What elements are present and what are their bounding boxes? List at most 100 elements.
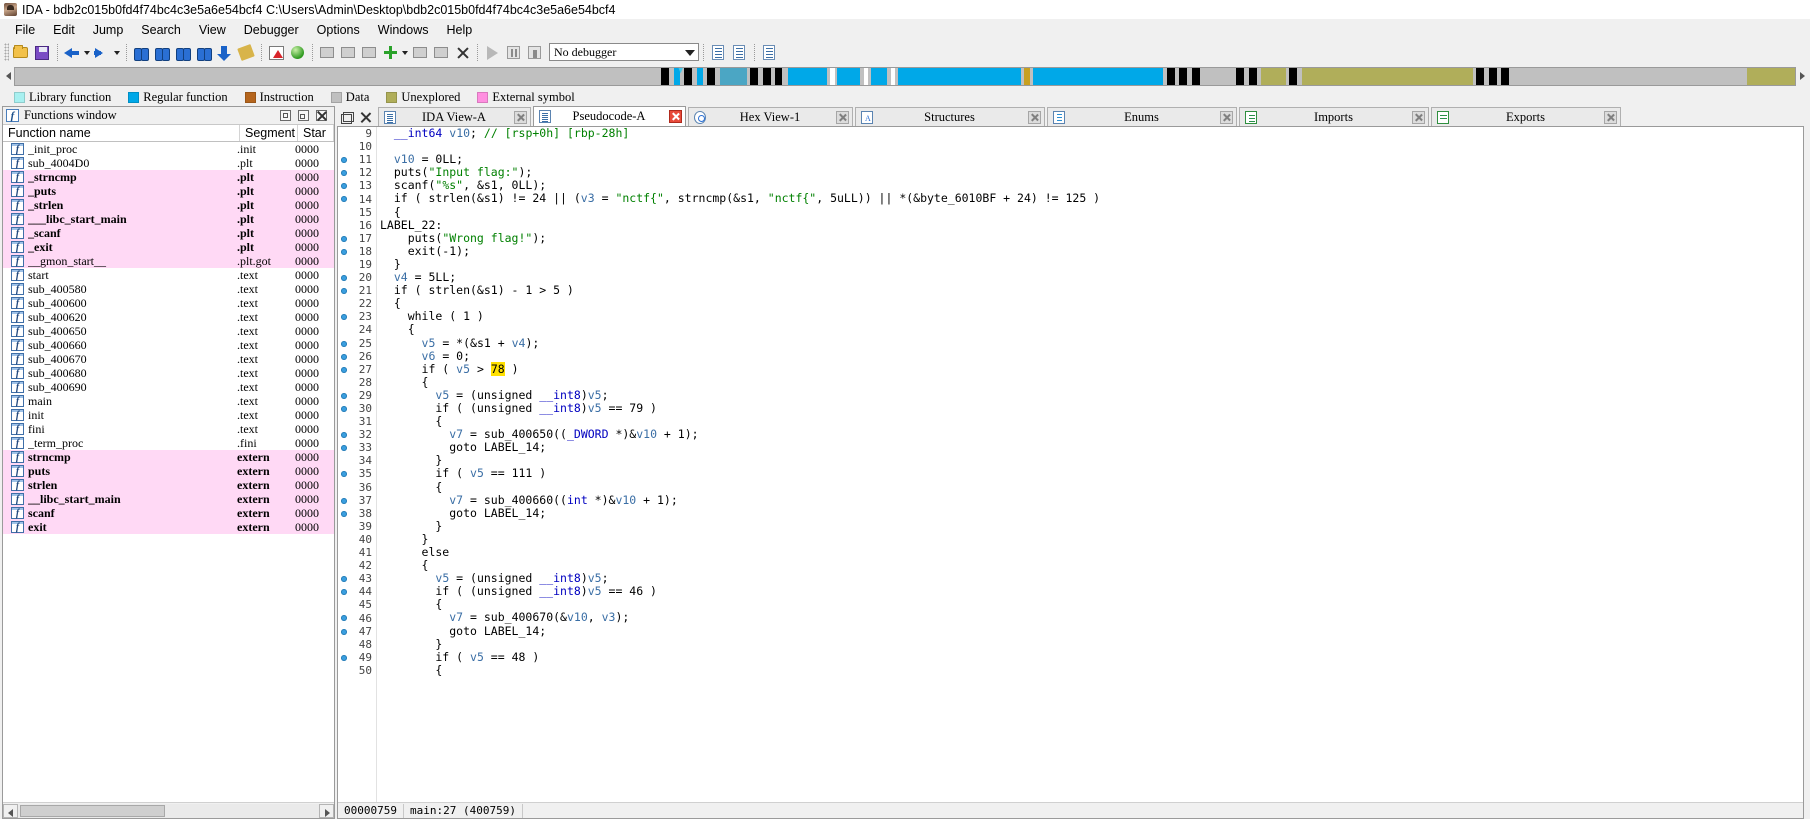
code-line[interactable]: }	[380, 637, 1803, 651]
search-next-icon[interactable]	[195, 43, 214, 62]
table-row[interactable]: f _scanf .plt 0000	[3, 226, 334, 240]
close-icon[interactable]	[316, 110, 327, 121]
breakpoint-dot-icon[interactable]	[341, 353, 347, 360]
functions-horizontal-scrollbar[interactable]	[3, 802, 334, 818]
stop-icon[interactable]	[525, 43, 544, 62]
line-number[interactable]: 10	[338, 140, 376, 153]
line-number[interactable]: 31	[338, 415, 376, 428]
breakpoint-dot-icon[interactable]	[341, 183, 347, 190]
code-line[interactable]: if ( v5 == 48 )	[380, 650, 1803, 664]
back-arrow-icon[interactable]	[63, 43, 82, 62]
line-number[interactable]: 13	[338, 179, 376, 192]
table-row[interactable]: f strncmp extern 0000	[3, 450, 334, 464]
breakpoint-dot-icon[interactable]	[341, 248, 347, 255]
close-view-icon[interactable]	[360, 112, 371, 123]
tab-hex-view-1[interactable]: Hex View-1	[688, 107, 853, 126]
table-row[interactable]: f sub_400580 .text 0000	[3, 282, 334, 296]
step-over-icon[interactable]	[730, 43, 749, 62]
code-line[interactable]: v7 = sub_400650((_DWORD *)&v10 + 1);	[380, 428, 1803, 441]
code-line[interactable]: puts("Wrong flag!");	[380, 231, 1803, 245]
jump-down-icon[interactable]	[216, 43, 235, 62]
line-number[interactable]: 20	[338, 271, 376, 284]
line-number[interactable]: 32	[338, 428, 376, 441]
line-number[interactable]: 42	[338, 559, 376, 572]
column-header-segment[interactable]: Segment	[240, 125, 298, 141]
nav-scroll-right-icon[interactable]	[1796, 67, 1808, 86]
table-row[interactable]: f sub_400650 .text 0000	[3, 324, 334, 338]
tab-close-icon[interactable]	[836, 110, 849, 124]
code-line[interactable]: if ( v5 > 78 )	[380, 361, 1803, 376]
line-number[interactable]: 21	[338, 284, 376, 297]
search-text-icon[interactable]	[153, 43, 172, 62]
breakpoint-dot-icon[interactable]	[341, 615, 347, 622]
breakpoint-dot-icon[interactable]	[341, 157, 347, 164]
tab-close-icon[interactable]	[669, 110, 682, 123]
breakpoint-dot-icon[interactable]	[341, 405, 347, 412]
code-line[interactable]: }	[380, 257, 1803, 271]
line-number[interactable]: 30	[338, 402, 376, 415]
code-line[interactable]: {	[380, 323, 1803, 336]
line-number[interactable]: 33	[338, 441, 376, 454]
breakpoints-icon[interactable]	[760, 43, 779, 62]
code-line[interactable]: if ( (unsigned __int8)v5 == 79 )	[380, 401, 1803, 415]
line-number[interactable]: 39	[338, 520, 376, 533]
functions-table-body[interactable]: f _init_proc .init 0000 f sub_4004D0 .plt 0000 f…	[3, 142, 334, 802]
line-number[interactable]: 46	[338, 611, 376, 625]
table-row[interactable]: f sub_400690 .text 0000	[3, 380, 334, 394]
line-number[interactable]: 26	[338, 350, 376, 363]
menu-item-windows[interactable]: Windows	[369, 21, 438, 39]
pseudocode-body[interactable]: 9 10 11 12 13 14 15 16 17 18 19 20 21 22 23 24 25 26 27 28 2…	[338, 127, 1803, 802]
delete-icon[interactable]	[453, 43, 472, 62]
table-row[interactable]: f start .text 0000	[3, 268, 334, 282]
table-row[interactable]: f sub_400600 .text 0000	[3, 296, 334, 310]
line-number[interactable]: 29	[338, 389, 376, 402]
tab-close-icon[interactable]	[514, 110, 527, 124]
code-line[interactable]: v4 = 5LL;	[380, 270, 1803, 284]
menu-item-help[interactable]: Help	[437, 21, 481, 39]
line-number[interactable]: 9	[338, 127, 376, 140]
tab-close-icon[interactable]	[1604, 110, 1617, 124]
breakpoint-dot-icon[interactable]	[341, 654, 347, 661]
make-data-icon[interactable]	[339, 43, 358, 62]
code-line[interactable]: goto LABEL_14;	[380, 624, 1803, 638]
code-line[interactable]: LABEL_22:	[380, 218, 1803, 232]
add-function-icon[interactable]	[381, 43, 400, 62]
code-line[interactable]: v5 = *(&s1 + v4);	[380, 336, 1803, 350]
table-row[interactable]: f _puts .plt 0000	[3, 184, 334, 198]
code-line[interactable]	[380, 140, 1803, 153]
table-row[interactable]: f _strncmp .plt 0000	[3, 170, 334, 184]
breakpoint-dot-icon[interactable]	[341, 471, 347, 478]
tab-structures[interactable]: Structures	[855, 107, 1045, 126]
line-number-gutter[interactable]: 9 10 11 12 13 14 15 16 17 18 19 20 21 22 23 24 25 26 27 28 2…	[338, 127, 377, 802]
code-line[interactable]: if ( (unsigned __int8)v5 == 46 )	[380, 585, 1803, 598]
line-number[interactable]: 16	[338, 219, 376, 232]
table-row[interactable]: f _term_proc .fini 0000	[3, 436, 334, 450]
line-number[interactable]: 19	[338, 258, 376, 271]
maximize-icon[interactable]	[280, 110, 291, 121]
breakpoint-dot-icon[interactable]	[341, 366, 347, 373]
code-line[interactable]: puts("Input flag:");	[380, 166, 1803, 179]
table-row[interactable]: f main .text 0000	[3, 394, 334, 408]
line-number[interactable]: 50	[338, 664, 376, 677]
edit-function-icon[interactable]	[237, 43, 256, 62]
line-number[interactable]: 43	[338, 572, 376, 585]
code-line[interactable]: __int64 v10; // [rsp+0h] [rbp-28h]	[380, 127, 1803, 140]
delete-function-icon[interactable]	[411, 43, 430, 62]
table-row[interactable]: f sub_400620 .text 0000	[3, 310, 334, 324]
tab-ida-view-a[interactable]: IDA View-A	[378, 107, 531, 126]
tab-exports[interactable]: Exports	[1431, 107, 1621, 126]
code-line[interactable]: exit(-1);	[380, 244, 1803, 258]
breakpoint-dot-icon[interactable]	[341, 196, 347, 203]
line-number[interactable]: 15	[338, 206, 376, 219]
debugger-select[interactable]: No debugger	[549, 43, 699, 61]
line-number[interactable]: 27	[338, 363, 376, 376]
step-icon[interactable]	[709, 43, 728, 62]
forward-dropdown-icon[interactable]	[113, 43, 122, 61]
menu-item-edit[interactable]: Edit	[44, 21, 84, 39]
tab-pseudocode-a[interactable]: Pseudocode-A	[533, 106, 686, 126]
code-line[interactable]: else	[380, 545, 1803, 559]
code-line[interactable]: while ( 1 )	[380, 310, 1803, 323]
line-number[interactable]: 47	[338, 625, 376, 638]
scrollbar-thumb[interactable]	[20, 804, 165, 817]
toolbar-grip[interactable]	[4, 43, 9, 61]
